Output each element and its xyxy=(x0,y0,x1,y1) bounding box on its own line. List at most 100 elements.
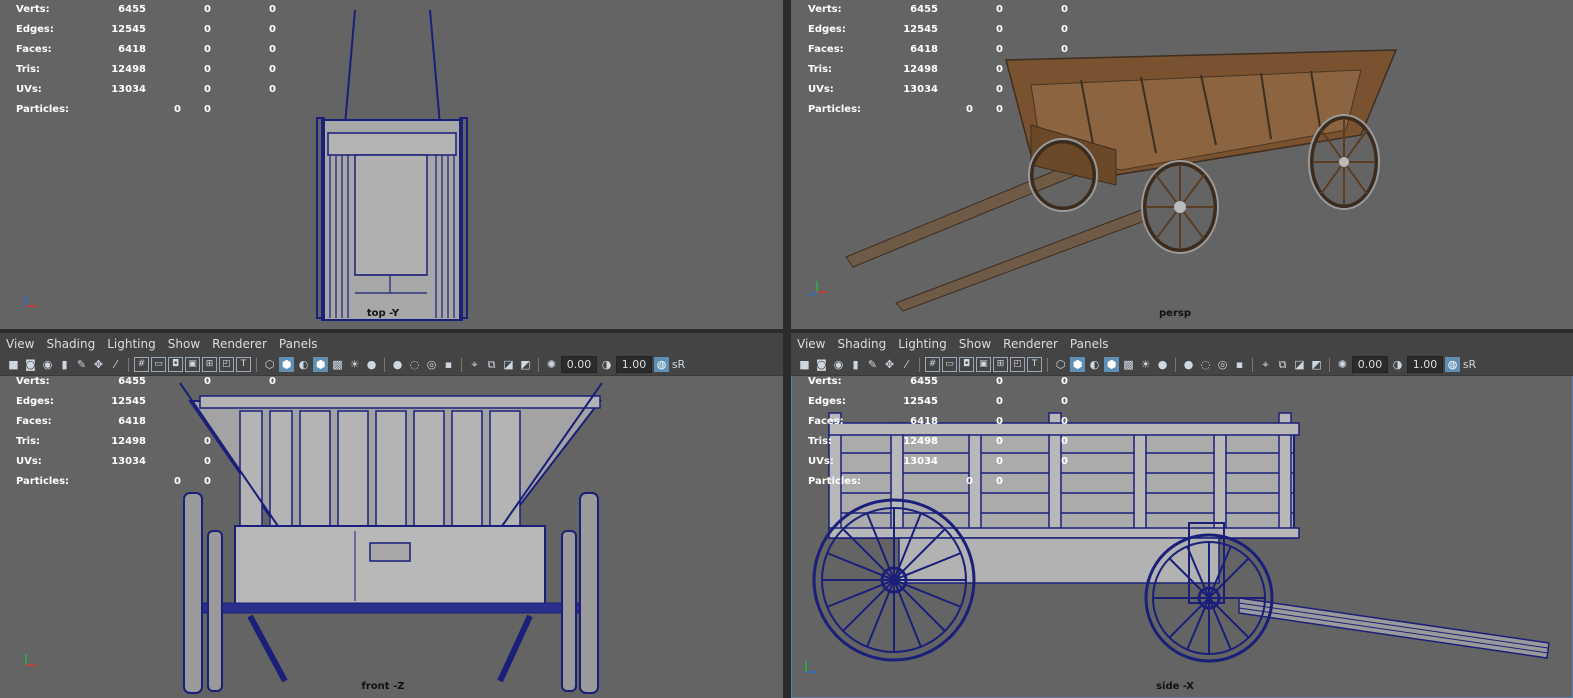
default-material-icon[interactable]: ◐ xyxy=(296,357,311,372)
xray-active-icon[interactable]: ◩ xyxy=(1309,357,1324,372)
film-gate-icon[interactable]: ▭ xyxy=(151,357,166,372)
menu-shading[interactable]: Shading xyxy=(831,337,892,351)
color-management-icon[interactable]: ◍ xyxy=(1445,357,1460,372)
motion-blur-icon[interactable]: ◌ xyxy=(407,357,422,372)
xray-active-icon[interactable]: ◩ xyxy=(518,357,533,372)
panel-menubar-side: View Shading Lighting Show Renderer Pane… xyxy=(791,333,1573,354)
motion-blur-icon[interactable]: ◌ xyxy=(1198,357,1213,372)
film-gate-icon[interactable]: ▭ xyxy=(942,357,957,372)
screen-space-ao-icon[interactable]: ● xyxy=(1181,357,1196,372)
grease-pencil-icon[interactable]: ✎ xyxy=(865,357,880,372)
menu-lighting[interactable]: Lighting xyxy=(892,337,953,351)
axis-gizmo-icon xyxy=(808,281,827,297)
wireframe-on-shaded-icon[interactable]: ⬢ xyxy=(1104,357,1119,372)
viewport-side[interactable]: View Shading Lighting Show Renderer Pane… xyxy=(791,333,1573,698)
wireframe-icon[interactable]: ⬡ xyxy=(262,357,277,372)
bookmark-icon[interactable]: ◉ xyxy=(40,357,55,372)
resolution-gate-icon[interactable]: ◘ xyxy=(959,357,974,372)
brush-icon[interactable]: ⁄ xyxy=(899,357,914,372)
safe-title-icon[interactable]: T xyxy=(236,357,251,372)
camera-attr-icon[interactable]: ◙ xyxy=(814,357,829,372)
field-chart-icon[interactable]: ⊞ xyxy=(202,357,217,372)
textured-icon[interactable]: ▩ xyxy=(1121,357,1136,372)
gamma-field[interactable]: 1.00 xyxy=(616,356,652,373)
gate-mask-icon[interactable]: ▣ xyxy=(185,357,200,372)
image-plane-icon[interactable]: ▮ xyxy=(848,357,863,372)
menu-lighting[interactable]: Lighting xyxy=(101,337,162,351)
axis-gizmo-icon xyxy=(805,661,816,673)
gate-mask-icon[interactable]: ▣ xyxy=(976,357,991,372)
wagon-persp-textured[interactable] xyxy=(841,35,1401,320)
camera-select-icon[interactable]: ■ xyxy=(6,357,21,372)
smooth-shade-icon[interactable]: ⬢ xyxy=(279,357,294,372)
toolbar-separator xyxy=(256,357,257,372)
field-chart-icon[interactable]: ⊞ xyxy=(993,357,1008,372)
shadows-icon[interactable]: ● xyxy=(364,357,379,372)
wagon-front-wireframe[interactable] xyxy=(170,381,615,696)
safe-title-icon[interactable]: T xyxy=(1027,357,1042,372)
toolbar-separator xyxy=(461,357,462,372)
xray-joints-icon[interactable]: ◪ xyxy=(1292,357,1307,372)
wireframe-on-shaded-icon[interactable]: ⬢ xyxy=(313,357,328,372)
camera-attr-icon[interactable]: ◙ xyxy=(23,357,38,372)
2d-pan-zoom-icon[interactable]: ✥ xyxy=(882,357,897,372)
anti-aliasing-icon[interactable]: ◎ xyxy=(1215,357,1230,372)
toolbar-separator xyxy=(1047,357,1048,372)
menu-show[interactable]: Show xyxy=(953,337,997,351)
menu-renderer[interactable]: Renderer xyxy=(206,337,273,351)
color-space-label[interactable]: sR xyxy=(671,357,686,372)
grid-icon[interactable]: # xyxy=(134,357,149,372)
menu-renderer[interactable]: Renderer xyxy=(997,337,1064,351)
menu-view[interactable]: View xyxy=(0,337,40,351)
lighting-icon[interactable]: ☀ xyxy=(347,357,362,372)
toolbar-separator xyxy=(128,357,129,372)
viewport-top[interactable]: Verts: 6455 0 0 Edges: 12545 0 0 Faces: 6418 0 0 … xyxy=(0,0,783,329)
menu-view[interactable]: View xyxy=(791,337,831,351)
isolate-select-icon[interactable]: ⌖ xyxy=(1258,357,1273,372)
wagon-top-wireframe[interactable] xyxy=(300,0,490,325)
camera-label-persp: persp xyxy=(1159,308,1191,319)
default-material-icon[interactable]: ◐ xyxy=(1087,357,1102,372)
image-plane-icon[interactable]: ▮ xyxy=(57,357,72,372)
safe-action-icon[interactable]: ◰ xyxy=(219,357,234,372)
isolate-select-icon[interactable]: ⌖ xyxy=(467,357,482,372)
xray-joints-icon[interactable]: ◪ xyxy=(501,357,516,372)
color-management-icon[interactable]: ◍ xyxy=(654,357,669,372)
exposure-field[interactable]: 0.00 xyxy=(1352,356,1388,373)
lighting-icon[interactable]: ☀ xyxy=(1138,357,1153,372)
anti-aliasing-icon[interactable]: ◎ xyxy=(424,357,439,372)
exposure-icon[interactable]: ✺ xyxy=(1335,357,1350,372)
resolution-gate-icon[interactable]: ◘ xyxy=(168,357,183,372)
bookmark-icon[interactable]: ◉ xyxy=(831,357,846,372)
shadows-icon[interactable]: ● xyxy=(1155,357,1170,372)
xray-icon[interactable]: ⧉ xyxy=(484,357,499,372)
wireframe-icon[interactable]: ⬡ xyxy=(1053,357,1068,372)
smooth-shade-icon[interactable]: ⬢ xyxy=(1070,357,1085,372)
grease-pencil-icon[interactable]: ✎ xyxy=(74,357,89,372)
exposure-field[interactable]: 0.00 xyxy=(561,356,597,373)
depth-of-field-icon[interactable]: ▪ xyxy=(441,357,456,372)
gamma-icon[interactable]: ◑ xyxy=(599,357,614,372)
safe-action-icon[interactable]: ◰ xyxy=(1010,357,1025,372)
toolbar-separator xyxy=(1329,357,1330,372)
menu-show[interactable]: Show xyxy=(162,337,206,351)
camera-select-icon[interactable]: ■ xyxy=(797,357,812,372)
menu-shading[interactable]: Shading xyxy=(40,337,101,351)
toolbar-separator xyxy=(538,357,539,372)
grid-icon[interactable]: # xyxy=(925,357,940,372)
color-space-label[interactable]: sR xyxy=(1462,357,1477,372)
menu-panels[interactable]: Panels xyxy=(273,337,324,351)
textured-icon[interactable]: ▩ xyxy=(330,357,345,372)
exposure-icon[interactable]: ✺ xyxy=(544,357,559,372)
gamma-field[interactable]: 1.00 xyxy=(1407,356,1443,373)
2d-pan-zoom-icon[interactable]: ✥ xyxy=(91,357,106,372)
brush-icon[interactable]: ⁄ xyxy=(108,357,123,372)
xray-icon[interactable]: ⧉ xyxy=(1275,357,1290,372)
gamma-icon[interactable]: ◑ xyxy=(1390,357,1405,372)
viewport-persp[interactable]: Verts: 6455 0 0 Edges: 12545 0 0 Faces: 6418 0 0 … xyxy=(791,0,1573,329)
viewport-front[interactable]: View Shading Lighting Show Renderer Pane… xyxy=(0,333,783,698)
toolbar-separator xyxy=(1252,357,1253,372)
menu-panels[interactable]: Panels xyxy=(1064,337,1115,351)
screen-space-ao-icon[interactable]: ● xyxy=(390,357,405,372)
depth-of-field-icon[interactable]: ▪ xyxy=(1232,357,1247,372)
